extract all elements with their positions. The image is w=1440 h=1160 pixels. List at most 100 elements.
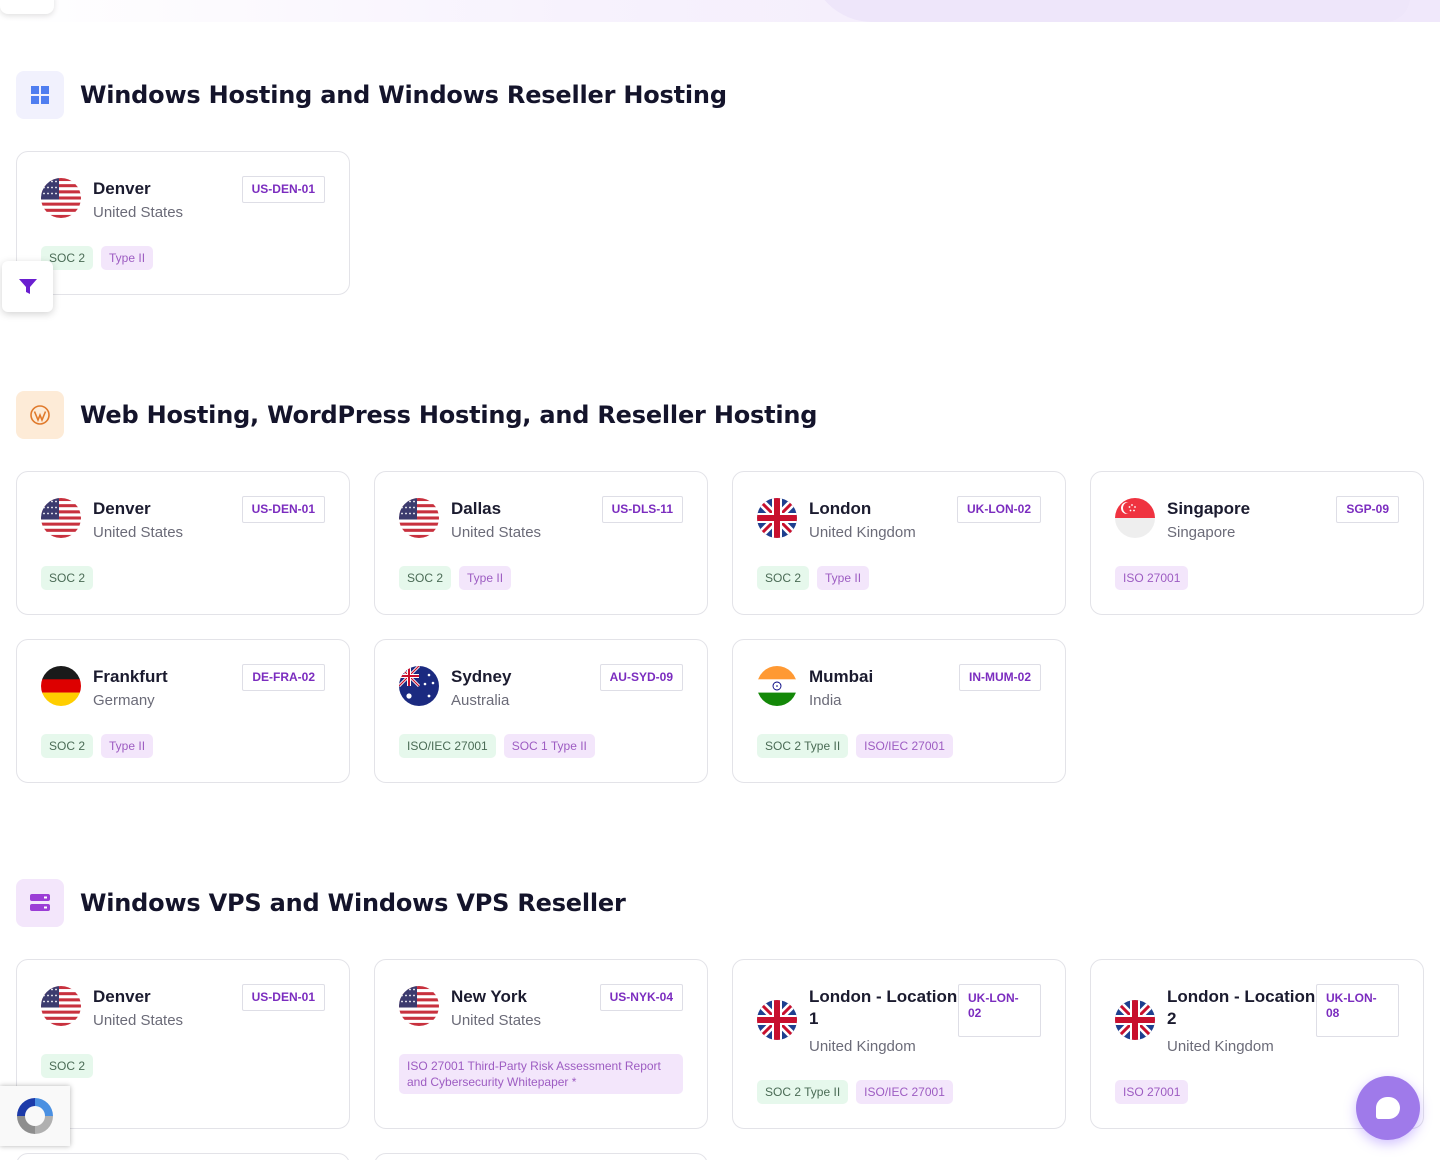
datacenter-code: DE-FRA-02: [242, 664, 325, 691]
location-card[interactable]: Mumbai India IN-MUM-02 SOC 2 Type II ISO…: [732, 639, 1066, 783]
compliance-tag: Type II: [101, 734, 154, 758]
compliance-tags: ISO/IEC 27001 SOC 1 Type II: [399, 734, 595, 758]
location-city: London - Location 1: [809, 987, 958, 1028]
location-city: Frankfurt: [93, 667, 168, 686]
compliance-tags: SOC 2 Type II: [41, 734, 154, 758]
section-header-windows-vps: Windows VPS and Windows VPS Reseller: [16, 879, 626, 927]
compliance-tag: Type II: [459, 566, 512, 590]
compliance-tag: ISO 27001: [1115, 566, 1189, 590]
compliance-tag: Type II: [101, 246, 154, 270]
location-card[interactable]: Dallas United States US-DLS-11 SOC 2 Typ…: [374, 471, 708, 615]
location-country: United Kingdom: [1167, 1038, 1274, 1055]
location-city: New York: [451, 987, 527, 1006]
datacenter-code: US-DEN-01: [241, 496, 325, 523]
datacenter-code: US-DLS-11: [601, 496, 683, 523]
chat-icon: [1376, 1097, 1400, 1119]
us-flag-icon: [399, 498, 439, 538]
recaptcha-icon: [17, 1098, 53, 1134]
de-flag-icon: [41, 666, 81, 706]
compliance-tag: SOC 2: [41, 1054, 94, 1078]
au-flag-icon: [399, 666, 439, 706]
server-icon: [16, 879, 64, 927]
datacenter-code: UK-LON-08: [1316, 984, 1399, 1037]
compliance-tag: ISO/IEC 27001: [399, 734, 496, 758]
datacenter-code: AU-SYD-09: [599, 664, 683, 691]
compliance-tag: ISO 27001 Third-Party Risk Assessment Re…: [399, 1054, 683, 1094]
compliance-tag: SOC 2: [757, 566, 810, 590]
compliance-tag: SOC 2: [41, 734, 94, 758]
datacenter-code: SGP-09: [1336, 496, 1399, 523]
compliance-tag: ISO/IEC 27001: [856, 1080, 953, 1104]
location-city: London: [809, 499, 872, 518]
windows-icon: [16, 71, 64, 119]
location-country: United States: [451, 1012, 542, 1029]
compliance-tag: ISO/IEC 27001: [856, 734, 953, 758]
compliance-tags: SOC 2 Type II ISO/IEC 27001: [757, 1080, 953, 1104]
compliance-tag: SOC 2: [41, 566, 94, 590]
uk-flag-icon: [1115, 1000, 1155, 1040]
location-city: Sydney: [451, 667, 512, 686]
compliance-tag: SOC 2: [399, 566, 452, 590]
datacenter-code: US-DEN-01: [241, 176, 325, 203]
us-flag-icon: [399, 986, 439, 1026]
filter-button[interactable]: [2, 261, 53, 312]
section-title: Windows VPS and Windows VPS Reseller: [80, 889, 626, 917]
in-flag-icon: [757, 666, 797, 706]
section-title: Windows Hosting and Windows Reseller Hos…: [80, 81, 727, 109]
compliance-tag: SOC 1 Type II: [503, 734, 595, 758]
filter-icon: [18, 278, 37, 294]
location-card[interactable]: New York United States US-NYK-04 ISO 270…: [374, 959, 708, 1129]
uk-flag-icon: [757, 498, 797, 538]
sg-flag-icon: [1115, 498, 1155, 538]
location-city: London - Location 2: [1167, 987, 1316, 1028]
datacenter-code: US-DEN-01: [241, 984, 325, 1011]
us-flag-icon: [41, 498, 81, 538]
compliance-tags: ISO 27001: [1115, 1080, 1189, 1104]
compliance-tag: SOC 2 Type II: [757, 1080, 849, 1104]
location-city: Denver: [93, 179, 151, 198]
location-card[interactable]: Frankfurt Germany DE-FRA-02 SOC 2 Type I…: [16, 639, 350, 783]
wordpress-icon: [16, 391, 64, 439]
location-city: Denver: [93, 499, 151, 518]
section-title: Web Hosting, WordPress Hosting, and Rese…: [80, 401, 818, 429]
recaptcha-badge[interactable]: [0, 1086, 70, 1146]
compliance-tags: SOC 2: [41, 566, 94, 590]
compliance-tag: ISO 27001: [1115, 1080, 1189, 1104]
uk-flag-icon: [757, 1000, 797, 1040]
datacenter-code: UK-LON-02: [956, 496, 1041, 523]
location-card[interactable]: Sydney Australia AU-SYD-09 ISO/IEC 27001…: [374, 639, 708, 783]
compliance-tag: Type II: [817, 566, 870, 590]
top-banner-edge: [0, 0, 1440, 22]
location-country: United States: [93, 204, 184, 221]
location-country: Singapore: [1167, 524, 1236, 541]
location-card[interactable]: [16, 1153, 350, 1160]
banner-tab[interactable]: [0, 0, 54, 14]
chat-button[interactable]: [1356, 1076, 1420, 1140]
location-card[interactable]: [374, 1153, 708, 1160]
datacenter-code: IN-MUM-02: [959, 664, 1041, 691]
compliance-tags: SOC 2 Type II ISO/IEC 27001: [757, 734, 953, 758]
location-country: United States: [451, 524, 542, 541]
compliance-tag: SOC 2 Type II: [757, 734, 849, 758]
location-country: India: [809, 692, 842, 709]
section-header-web-hosting: Web Hosting, WordPress Hosting, and Rese…: [16, 391, 817, 439]
compliance-tags: ISO 27001: [1115, 566, 1189, 590]
location-city: Mumbai: [809, 667, 874, 686]
location-card[interactable]: Denver United States US-DEN-01 SOC 2 Typ…: [16, 151, 350, 295]
location-card[interactable]: Singapore Singapore SGP-09 ISO 27001: [1090, 471, 1424, 615]
location-card[interactable]: London United Kingdom UK-LON-02 SOC 2 Ty…: [732, 471, 1066, 615]
compliance-tags: SOC 2 Type II: [41, 246, 154, 270]
location-country: United States: [93, 524, 184, 541]
location-country: Germany: [93, 692, 155, 709]
location-card[interactable]: London - Location 1 United Kingdom UK-LO…: [732, 959, 1066, 1129]
banner-arc: [810, 0, 1410, 22]
datacenter-code: US-NYK-04: [599, 984, 683, 1011]
datacenter-code: UK-LON-02: [958, 984, 1041, 1037]
compliance-tags: SOC 2: [41, 1054, 94, 1078]
us-flag-icon: [41, 986, 81, 1026]
location-card[interactable]: Denver United States US-DEN-01 SOC 2: [16, 471, 350, 615]
compliance-tags: ISO 27001 Third-Party Risk Assessment Re…: [399, 1054, 683, 1094]
location-country: United States: [93, 1012, 184, 1029]
location-city: Denver: [93, 987, 151, 1006]
location-country: United Kingdom: [809, 524, 916, 541]
